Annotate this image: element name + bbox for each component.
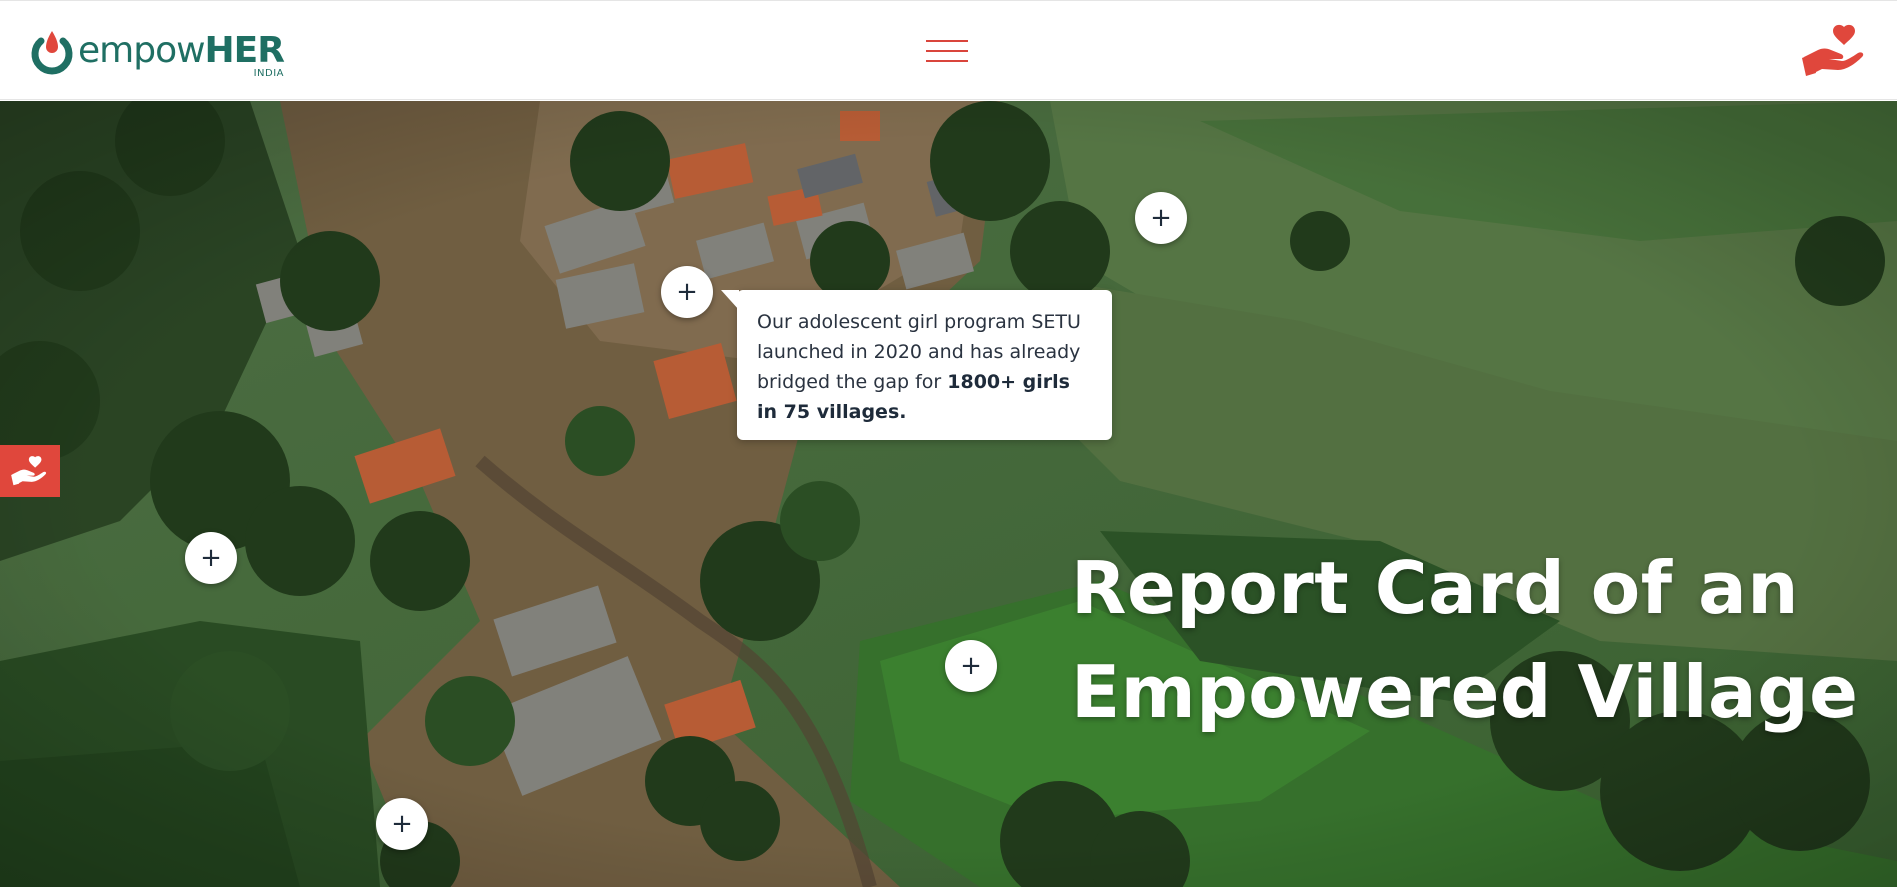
aerial-village-image [0,101,1897,887]
plus-icon: + [960,651,982,681]
hamburger-line [926,60,968,62]
plus-icon: + [391,809,413,839]
empowher-logo[interactable]: empowHER INDIA [30,25,290,79]
hero-title: Report Card of an Empowered Village [1071,536,1891,744]
logo-text-light: empow [78,30,206,71]
donate-button[interactable] [1800,23,1870,79]
heart-in-hand-icon [1802,24,1864,76]
hotspot-plus-button[interactable]: + [376,798,428,850]
plus-icon: + [676,277,698,307]
hero-title-line-1: Report Card of an [1071,546,1800,630]
hamburger-menu-icon[interactable] [926,38,968,64]
page: empowHER INDIA Report Card of an Empower… [0,0,1897,887]
hamburger-line [926,40,968,42]
heart-in-hand-icon [11,456,47,486]
hotspot-plus-button[interactable]: + [185,532,237,584]
side-donate-tab[interactable] [0,445,60,497]
plus-icon: + [200,543,222,573]
plus-icon: + [1150,203,1172,233]
hotspot-plus-button[interactable]: + [1135,192,1187,244]
hotspot-info-tooltip: Our adolescent girl program SETU launche… [721,290,1112,440]
hamburger-line [926,50,968,52]
logo-subtext: INDIA [253,68,284,79]
hero-title-line-2: Empowered Village [1071,650,1859,734]
logo-text-bold: HER [204,30,285,71]
logo-wordmark: empowHER INDIA [78,30,285,79]
site-header: empowHER INDIA [0,0,1897,100]
hero-section: Report Card of an Empowered Village [0,101,1897,887]
logo-power-drop-icon [31,31,73,75]
hotspot-plus-button-active[interactable]: + [661,266,713,318]
hotspot-plus-button[interactable]: + [945,640,997,692]
